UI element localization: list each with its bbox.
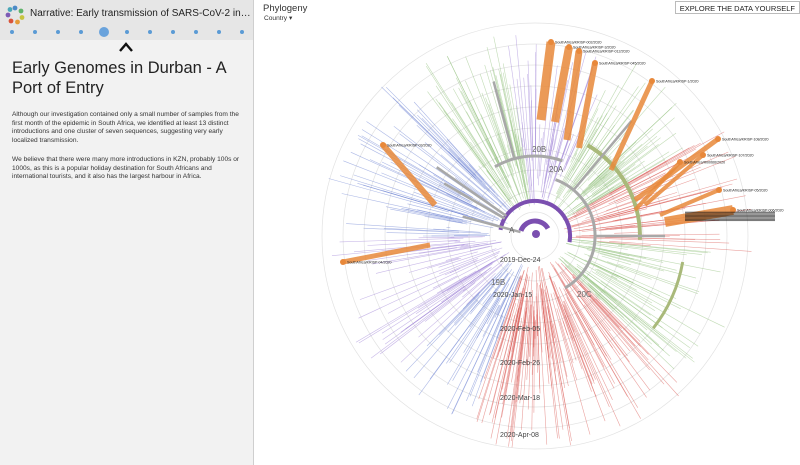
narrative-paragraph: We believe that there were many more int… [12,156,240,181]
branch[interactable] [379,288,466,355]
date-tick-label: 2020-Apr-08 [500,432,539,439]
branch[interactable] [341,193,464,221]
date-tick-label: 2020-Feb-26 [500,360,540,367]
explore-data-button[interactable]: EXPLORE THE DATA YOURSELF [674,1,800,14]
tip-node[interactable] [548,39,554,45]
tip-node[interactable] [576,48,582,54]
branch[interactable] [614,232,642,234]
branch[interactable] [594,293,675,370]
chevron-down-icon: ▾ [288,15,293,22]
tip-label[interactable]: SouthAfrica/KRISP-045/2020 [599,62,646,66]
date-tick-label: 2020-Mar-18 [500,395,540,402]
clade-label: 20A [549,165,564,174]
branch[interactable] [482,293,492,305]
panel-title: Phylogeny [263,3,308,14]
clade-label: A [509,226,515,235]
clade-label: 19B [491,278,505,287]
narrative-heading: Early Genomes in Durban - A Port of Entr… [12,59,226,97]
root-node [532,230,540,238]
tip-node[interactable] [592,60,598,66]
nextstrain-logo-icon [5,5,25,25]
branch[interactable] [393,125,495,205]
branch[interactable] [515,105,531,202]
narrative-header: Narrative: Early transmission of SARS-Co… [0,0,253,40]
tip-node[interactable] [380,142,386,148]
highlighted-branch[interactable] [608,79,655,172]
slide-dot[interactable] [33,30,37,34]
clade-a-arc [518,218,551,232]
branch[interactable] [355,270,477,343]
date-tick-label: 2020-Feb-05 [500,326,540,333]
tip-node[interactable] [566,44,572,50]
branch[interactable] [497,132,509,163]
tip-node[interactable] [716,187,722,193]
tip-label[interactable]: SouthAfrica/KRISP-05/2020 [723,189,768,193]
branch[interactable] [567,238,708,254]
branch[interactable] [438,276,496,335]
branch[interactable] [416,124,486,190]
phylogeny-panel: 2019-Dec-24 2020-Jan-15 2020-Feb-05 2020-Fe… [255,0,800,465]
tip-label[interactable]: SouthAfrica/KRISP-002/2020 [555,41,602,45]
branch[interactable] [589,299,665,385]
slide-dot[interactable] [217,30,221,34]
slide-dot[interactable] [125,30,129,34]
slide-progress-dots[interactable] [6,27,250,37]
narrative-paragraph: Although our investigation contained onl… [12,111,239,144]
slide-dot[interactable] [171,30,175,34]
branch[interactable] [370,271,487,359]
branch[interactable] [408,257,459,273]
branch[interactable] [598,219,716,231]
branch[interactable] [536,293,541,394]
branch[interactable] [539,265,557,385]
tip-label[interactable]: SouthAfrica/KRISP-1/2020 [656,80,699,84]
branch[interactable] [556,308,574,364]
branch[interactable] [381,86,477,180]
tip-node[interactable] [700,152,706,158]
slide-dot[interactable] [56,30,60,34]
slide-dot[interactable] [79,30,83,34]
tip-label[interactable]: SouthAfrica/KRISP-012/2020 [583,50,630,54]
branch[interactable] [468,164,496,193]
tip-node[interactable] [649,78,655,84]
narrative-title: Narrative: Early transmission of SARS-Co… [30,8,252,19]
tip-label[interactable]: SouthAfrica/KRISP-04/2020 [347,261,392,265]
slide-dot[interactable] [148,30,152,34]
tip-label[interactable]: SouthAfrica/R00006/2020 [684,161,725,165]
tip-node[interactable] [715,136,721,142]
tip-node[interactable] [677,159,683,165]
phylogeny-tree[interactable]: 2019-Dec-24 2020-Jan-15 2020-Feb-05 2020-Fe… [255,0,800,465]
slide-dot[interactable] [240,30,244,34]
slide-dot[interactable] [194,30,198,34]
slide-dot[interactable] [99,27,109,37]
highlighted-branch[interactable] [536,41,556,121]
slide-dot[interactable] [10,30,14,34]
color-by-select[interactable]: Country ▾ [264,14,292,22]
tip-label[interactable]: SouthAfrica/KRISP-108/2020 [722,138,769,142]
clade-label: 20B [532,145,546,154]
tip-label[interactable]: SouthAfrica/KRISP-107/2020 [707,154,754,158]
branch[interactable] [588,246,721,273]
narrative-panel: Narrative: Early transmission of SARS-Co… [0,0,254,465]
date-tick-label: 2019-Dec-24 [500,257,541,264]
chevron-up-icon[interactable] [117,40,135,54]
date-tick-label: 2020-Jan-15 [493,292,532,299]
branch[interactable] [461,91,501,168]
clade-label: 20C [577,290,592,299]
tip-node[interactable] [340,259,346,265]
branch[interactable] [540,158,546,193]
highlighted-tips[interactable]: SouthAfrica/KRISP-002/2020 SouthAfrica/KR… [340,39,784,265]
color-by-value: Country [264,15,288,22]
branch[interactable] [381,252,510,334]
tip-label[interactable]: SouthAfrica/KRISP-03/2020 [387,144,432,148]
